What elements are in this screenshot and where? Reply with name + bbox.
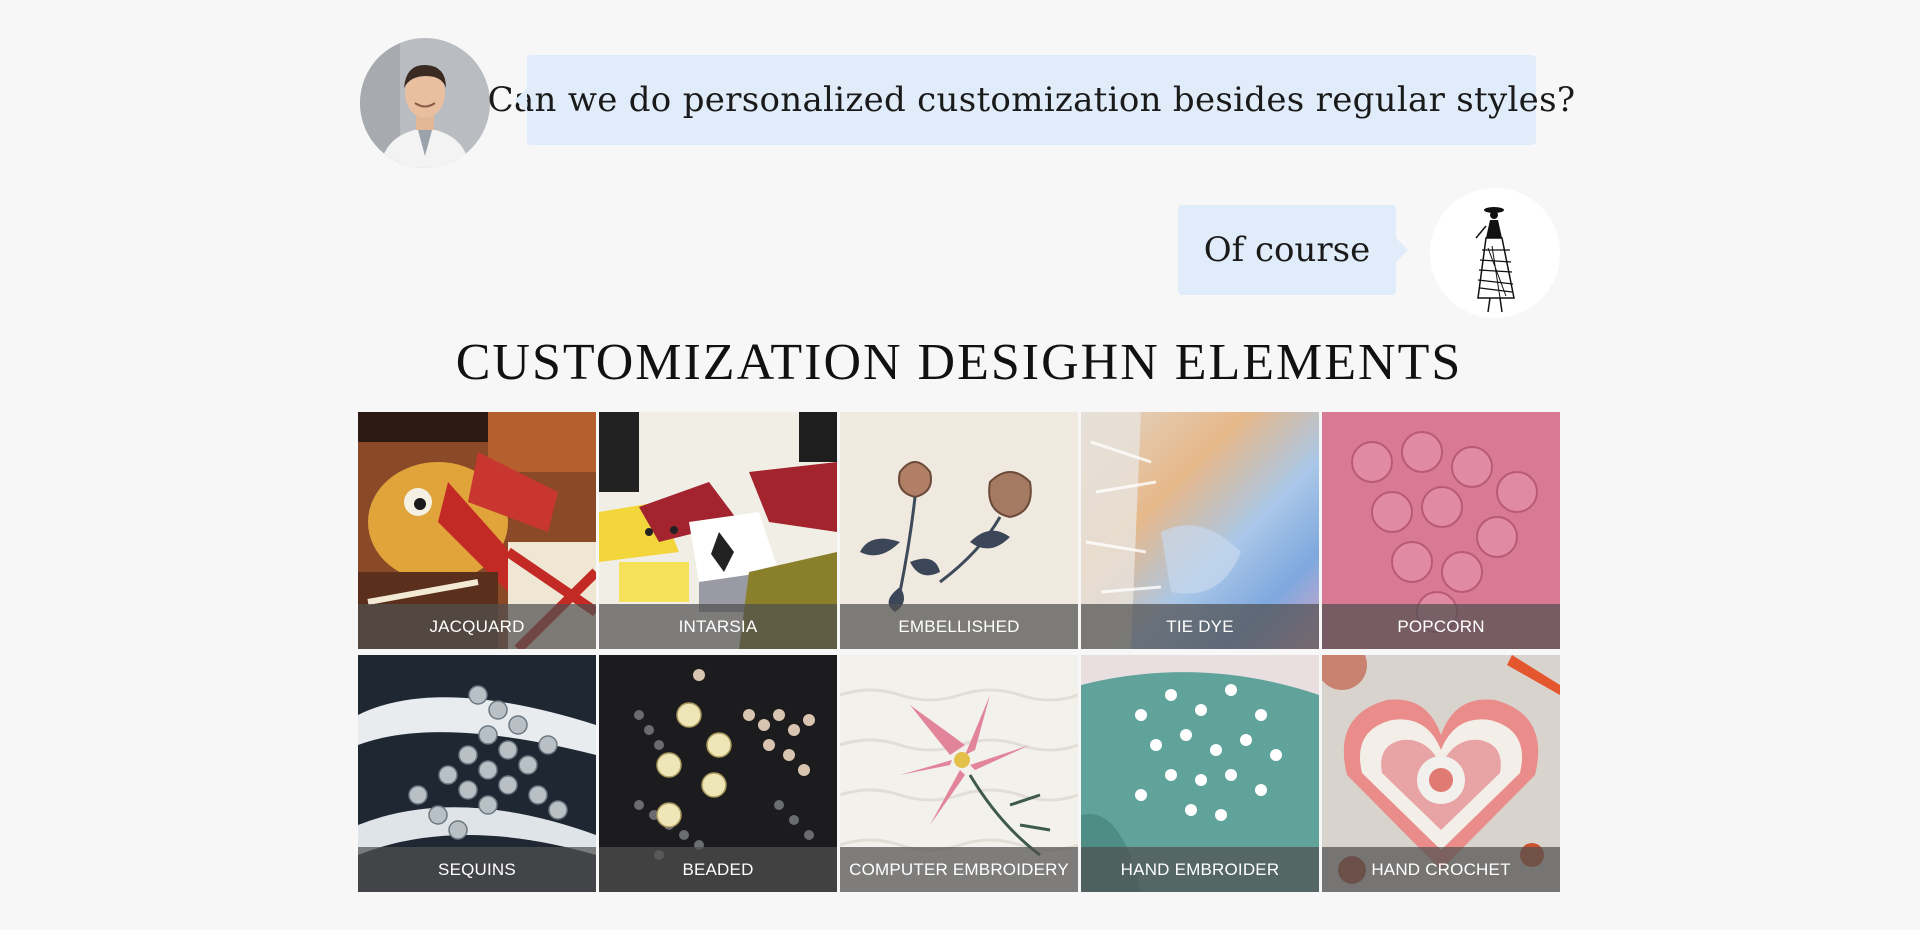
tile-popcorn[interactable]: POPCORN	[1322, 412, 1560, 649]
tile-label: TIE DYE	[1081, 604, 1319, 649]
tile-tie-dye[interactable]: TIE DYE	[1081, 412, 1319, 649]
tile-label: POPCORN	[1322, 604, 1560, 649]
tile-hand-crochet[interactable]: HAND CROCHET	[1322, 655, 1560, 892]
answer-bubble: Of course	[1178, 205, 1408, 295]
tile-label: HAND EMBROIDER	[1081, 847, 1319, 892]
designer-avatar	[1430, 188, 1560, 318]
tile-label: COMPUTER EMBROIDERY	[840, 847, 1078, 892]
tile-label: HAND CROCHET	[1322, 847, 1560, 892]
tile-hand-embroider[interactable]: HAND EMBROIDER	[1081, 655, 1319, 892]
tile-computer-embroidery[interactable]: COMPUTER EMBROIDERY	[840, 655, 1078, 892]
question-text: Can we do personalized customization bes…	[487, 80, 1576, 120]
tile-label: JACQUARD	[358, 604, 596, 649]
tile-label: SEQUINS	[358, 847, 596, 892]
design-elements-grid: JACQUARD INTARSIA EMBELLISHED TIE DYE PO…	[358, 412, 1560, 892]
tile-label: EMBELLISHED	[840, 604, 1078, 649]
page: Can we do personalized customization bes…	[0, 0, 1920, 930]
tile-embellished[interactable]: EMBELLISHED	[840, 412, 1078, 649]
tile-label: INTARSIA	[599, 604, 837, 649]
tile-sequins[interactable]: SEQUINS	[358, 655, 596, 892]
tile-intarsia[interactable]: INTARSIA	[599, 412, 837, 649]
question-bubble: Can we do personalized customization bes…	[488, 55, 1575, 145]
tile-label: BEADED	[599, 847, 837, 892]
tile-jacquard[interactable]: JACQUARD	[358, 412, 596, 649]
section-title: CUSTOMIZATION DESIGHN ELEMENTS	[455, 334, 1463, 391]
tile-beaded[interactable]: BEADED	[599, 655, 837, 892]
answer-text: Of course	[1203, 230, 1371, 270]
customer-avatar	[360, 38, 490, 168]
